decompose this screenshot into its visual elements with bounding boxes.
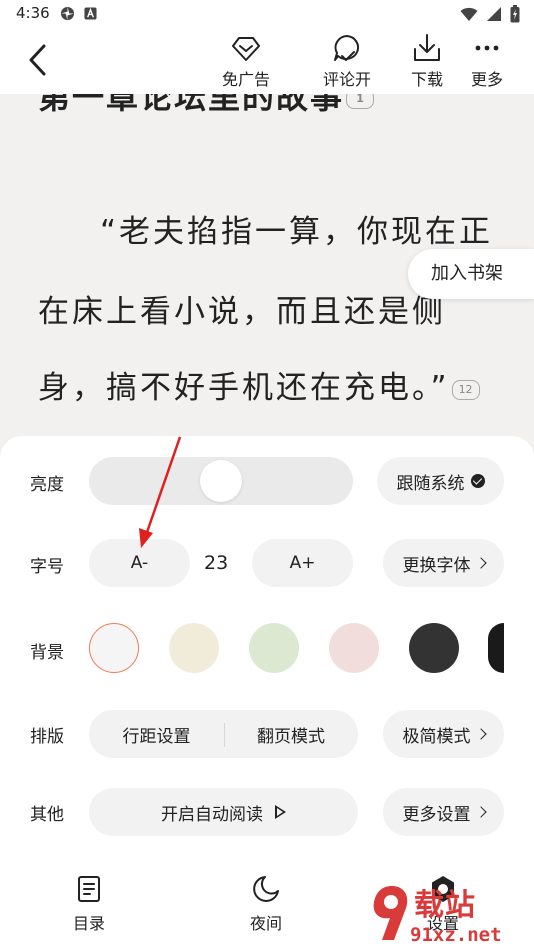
nav-night-mode[interactable]: 夜间	[226, 874, 306, 940]
background-swatch-beige[interactable]	[169, 623, 219, 673]
background-swatch-green[interactable]	[249, 623, 299, 673]
comments-toggle-label: 评论开	[322, 70, 371, 89]
paragraph-line-3-text: 身，搞不好手机还在充电。”	[38, 370, 450, 406]
page-mode-button[interactable]: 翻页模式	[224, 710, 358, 758]
background-label: 背景	[30, 643, 64, 663]
change-font-label: 更换字体	[402, 555, 471, 576]
check-icon	[470, 474, 485, 488]
background-swatch-white[interactable]	[89, 623, 139, 673]
more-label: 更多	[470, 70, 503, 89]
background-swatch-dark-gray[interactable]	[409, 623, 459, 673]
line-spacing-button[interactable]: 行距设置	[89, 710, 224, 758]
watermark-url: 91xz.net	[410, 924, 502, 946]
font-size-label: 字号	[30, 557, 64, 577]
comment-icon	[334, 35, 360, 61]
follow-system-label: 跟随系统	[396, 473, 465, 494]
nav-catalog-label: 目录	[72, 914, 105, 933]
nav-night-mode-label: 夜间	[249, 914, 282, 933]
ad-free-icon	[232, 37, 260, 61]
ad-free-button[interactable]: 免广告	[213, 32, 279, 90]
font-size-value: 23	[204, 552, 229, 574]
font-decrease-button[interactable]: A-	[89, 539, 190, 587]
font-decrease-label: A-	[130, 553, 149, 573]
app-notification-icon	[84, 7, 97, 20]
paragraph-line-3: 身，搞不好手机还在充电。” 12	[38, 362, 508, 407]
add-to-shelf-button[interactable]: 加入书架	[408, 249, 534, 299]
more-icon	[475, 45, 499, 51]
comments-toggle-button[interactable]: 评论开	[314, 32, 380, 90]
font-increase-label: A+	[289, 553, 316, 573]
background-swatch-pink[interactable]	[329, 623, 379, 673]
line-spacing-label: 行距设置	[122, 726, 191, 747]
download-icon	[414, 34, 440, 61]
chapter-title: 第一章论坛里的故事 1	[38, 94, 375, 118]
wifi-icon	[460, 7, 478, 21]
ad-free-label: 免广告	[221, 70, 270, 89]
brightness-slider-knob[interactable]	[200, 460, 242, 502]
signal-icon	[487, 7, 501, 21]
status-time: 4:36	[16, 4, 50, 22]
download-button[interactable]: 下载	[394, 32, 460, 90]
pinwheel-icon	[60, 6, 75, 21]
minimal-mode-label: 极简模式	[402, 726, 471, 747]
more-button[interactable]: 更多	[454, 32, 520, 90]
back-icon[interactable]	[22, 40, 56, 80]
status-bar: 4:36	[0, 0, 534, 28]
brightness-label: 亮度	[30, 475, 64, 495]
watermark-text: 载站	[414, 888, 476, 923]
layout-label: 排版	[30, 727, 64, 747]
moon-icon	[253, 876, 279, 902]
nav-catalog[interactable]: 目录	[49, 874, 129, 940]
reader-toolbar: 免广告 评论开 下载 更多	[0, 28, 534, 94]
chapter-comment-bubble[interactable]: 1	[346, 94, 375, 109]
chevron-right-icon	[474, 728, 487, 740]
change-font-button[interactable]: 更换字体	[383, 539, 504, 587]
background-swatch-black[interactable]	[488, 623, 504, 673]
play-icon	[275, 805, 286, 819]
more-settings-button[interactable]: 更多设置	[383, 788, 504, 836]
font-increase-button[interactable]: A+	[252, 539, 353, 587]
reading-content[interactable]: 第一章论坛里的故事 1 “老夫掐指一算，你现在正 在床上看小说，而且还是侧 身，搞…	[0, 94, 534, 439]
status-right-icons	[460, 5, 520, 23]
minimal-mode-button[interactable]: 极简模式	[383, 710, 504, 758]
watermark-logo-icon	[373, 886, 408, 940]
page-mode-label: 翻页模式	[257, 726, 325, 747]
download-label: 下载	[410, 70, 443, 89]
chevron-right-icon	[474, 806, 487, 818]
paragraph-line-1: “老夫掐指一算，你现在正	[100, 214, 494, 250]
catalog-icon	[78, 876, 100, 902]
paragraph-comment-bubble[interactable]: 12	[451, 379, 480, 400]
auto-read-button[interactable]: 开启自动阅读	[89, 788, 358, 836]
battery-icon	[510, 5, 520, 23]
brightness-slider[interactable]	[89, 457, 353, 505]
chapter-title-text: 第一章论坛里的故事	[38, 94, 345, 116]
site-watermark: 载站 91xz.net	[368, 880, 534, 950]
other-label: 其他	[30, 805, 64, 825]
follow-system-button[interactable]: 跟随系统	[377, 457, 504, 505]
settings-panel: 亮度 跟随系统 字号 A- 23 A+ 更换字体 背景 排版 行距设置 翻页模式…	[0, 436, 534, 950]
chevron-right-icon	[474, 557, 487, 569]
more-settings-label: 更多设置	[402, 804, 471, 825]
auto-read-label: 开启自动阅读	[161, 804, 263, 825]
